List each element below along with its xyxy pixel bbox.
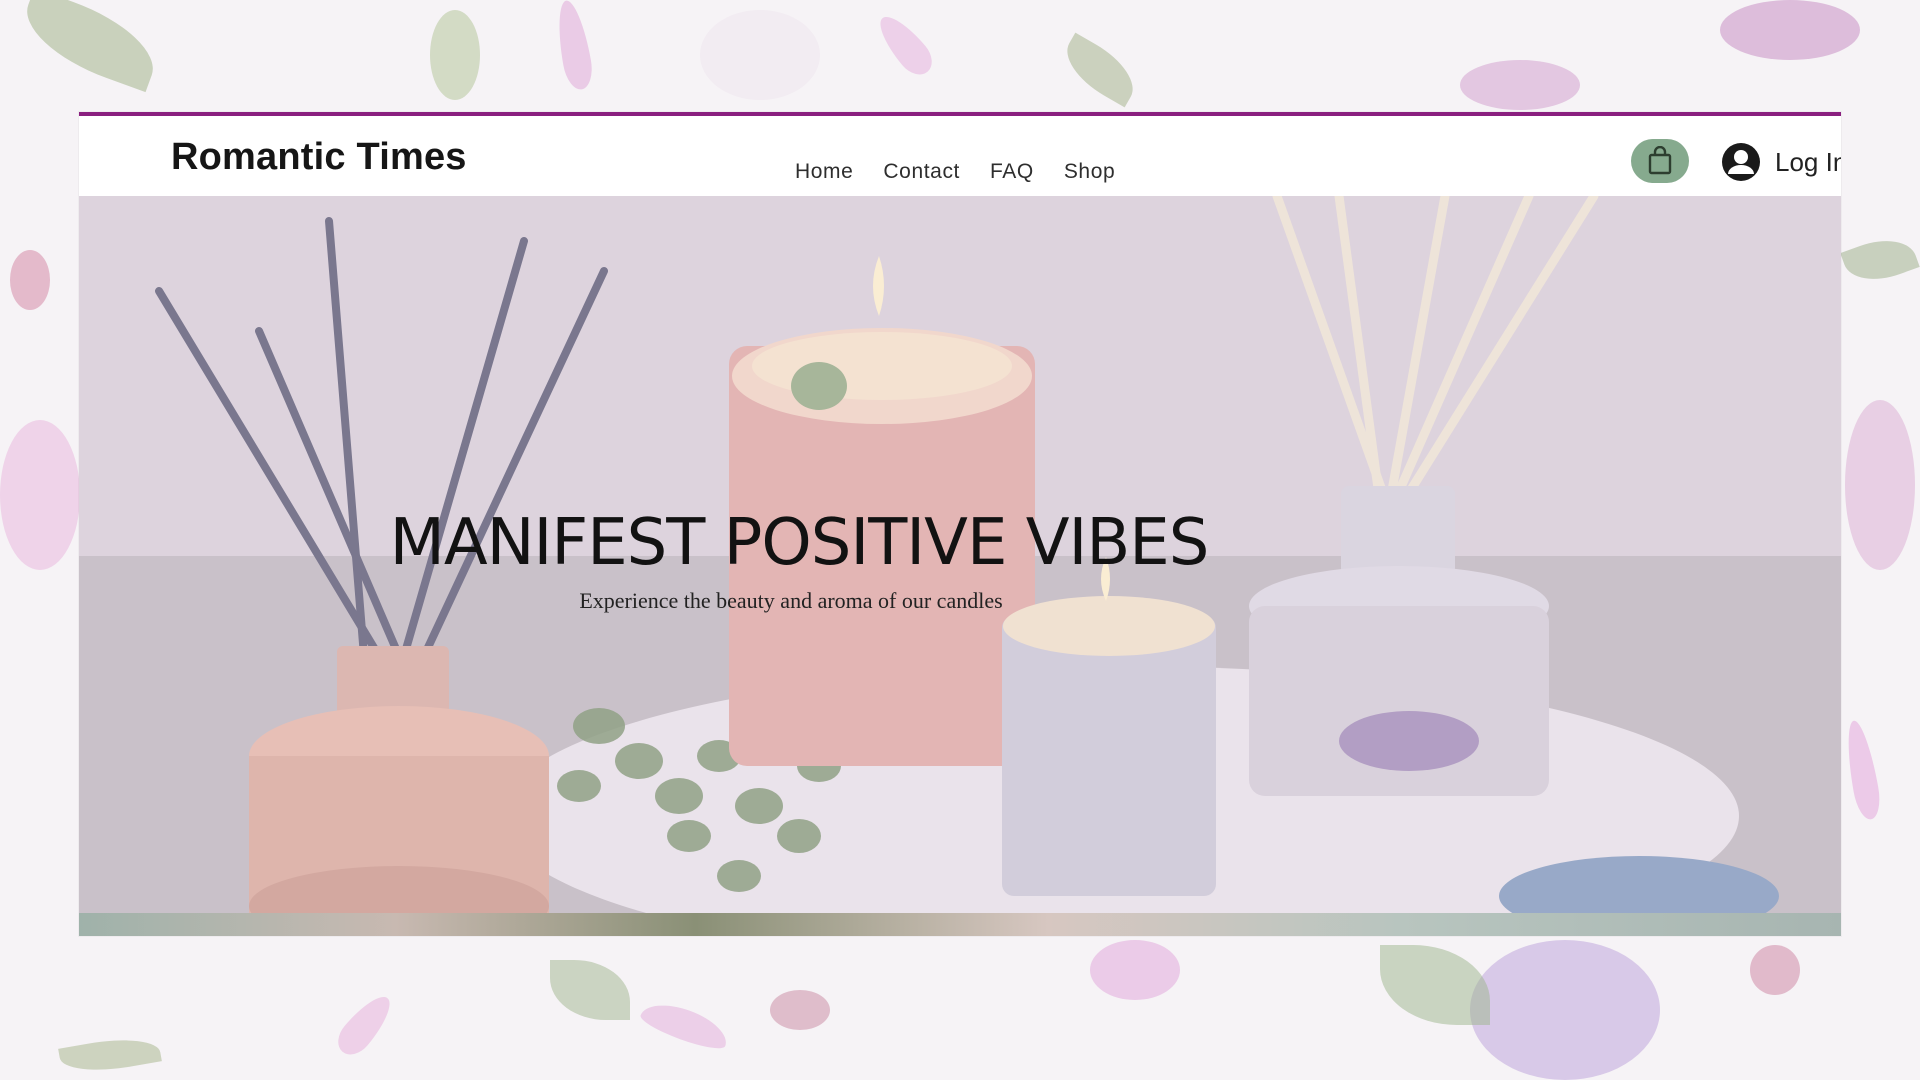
nav-item-contact[interactable]: Contact (883, 160, 960, 184)
shopping-bag-icon (1648, 146, 1672, 175)
hero-title: MANIFEST POSITIVE VIBES (389, 506, 1210, 580)
hero-banner: MANIFEST POSITIVE VIBES Experience the b… (79, 196, 1841, 913)
cart-button[interactable] (1631, 139, 1689, 183)
site-brand-name[interactable]: Romantic Times (171, 136, 467, 179)
login-label: Log In (1775, 146, 1841, 177)
nav-item-shop[interactable]: Shop (1064, 160, 1115, 184)
login-button[interactable]: Log In (1721, 140, 1841, 184)
main-navigation: Home Contact FAQ Shop (795, 160, 1115, 184)
account-avatar-icon (1722, 143, 1760, 181)
website-frame: Romantic Times Home Contact FAQ Shop Log… (79, 112, 1841, 936)
accent-rule (79, 112, 1841, 116)
nav-item-home[interactable]: Home (795, 160, 853, 184)
next-section-preview (79, 913, 1841, 936)
hero-subtitle: Experience the beauty and aroma of our c… (579, 588, 1003, 613)
nav-item-faq[interactable]: FAQ (990, 160, 1034, 184)
